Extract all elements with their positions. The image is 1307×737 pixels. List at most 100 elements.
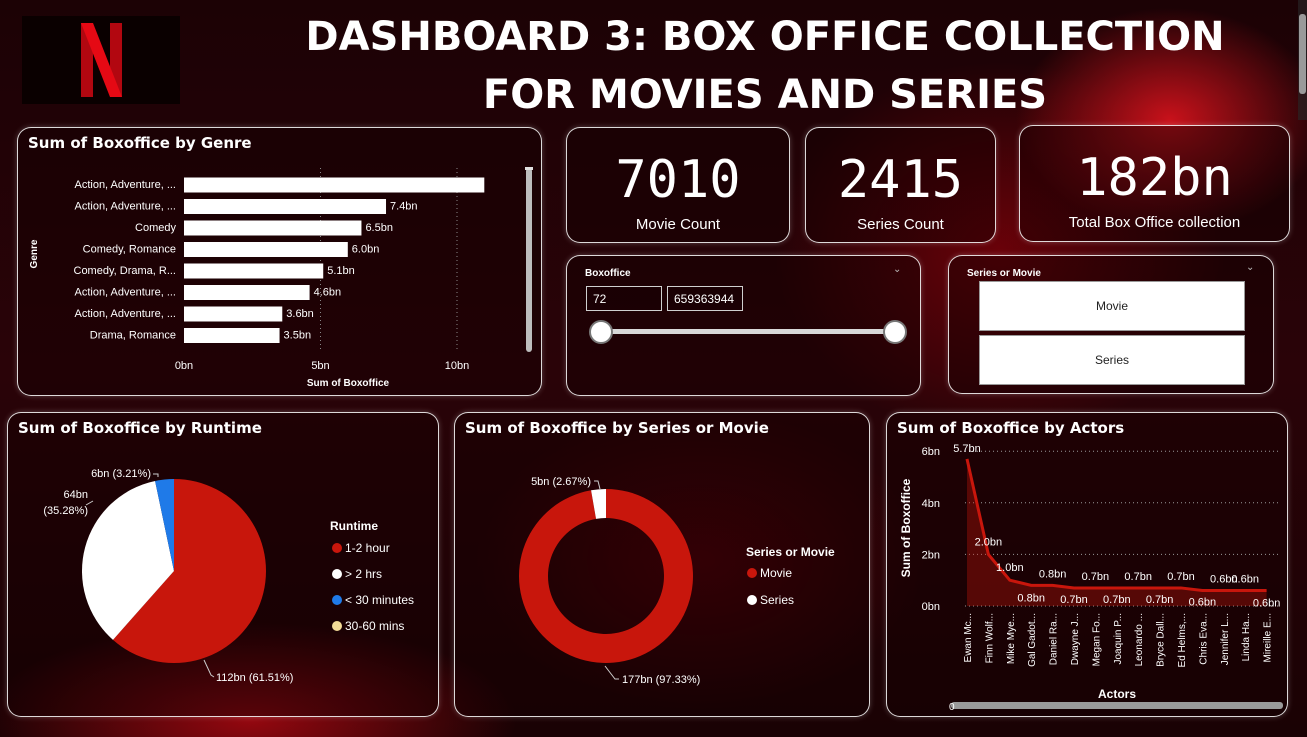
genre-bar — [184, 263, 324, 279]
actors-data-label: 0.7bn — [1082, 571, 1110, 583]
series-movie-legend-label: Series — [760, 593, 794, 607]
series-movie-chart-panel: Sum of Boxoffice by Series or Movie 177b… — [454, 412, 870, 717]
netflix-n-icon — [81, 23, 122, 97]
genre-x-tick-label: 0bn — [175, 360, 193, 372]
chevron-down-icon[interactable]: ⌄ — [893, 264, 901, 275]
genre-category-label: Action, Adventure, ... — [74, 179, 176, 191]
genre-data-label: 3.6bn — [286, 308, 314, 320]
actors-x-tick-label: Joaquin P... — [1113, 613, 1124, 665]
actors-data-label: 1.0bn — [996, 562, 1024, 574]
actors-data-label: 0.6bn — [1231, 574, 1259, 586]
actors-x-tick-label: Mike Mye... — [1006, 613, 1017, 664]
runtime-data-label: 64bn — [64, 489, 88, 501]
boxoffice-max-input[interactable]: 659363944 — [667, 286, 743, 311]
genre-bar — [184, 220, 362, 236]
runtime-legend-marker — [332, 621, 342, 631]
series-count-card: 2415 Series Count — [805, 127, 996, 243]
actors-data-label: 5.7bn — [953, 443, 981, 455]
runtime-legend-marker — [332, 595, 342, 605]
series-movie-legend-marker — [747, 568, 757, 578]
genre-data-label: 3.5bn — [284, 330, 312, 342]
series-count-label: Series Count — [857, 216, 944, 233]
actors-x-tick-label: Leonardo ... — [1134, 613, 1145, 666]
actors-chart-panel: Sum of Boxoffice by Actors 0bn 2bn 4bn 6bn 5… — [886, 412, 1288, 717]
total-box-office-value: 182bn — [1076, 148, 1233, 208]
actors-data-label: 0.7bn — [1167, 571, 1195, 583]
runtime-data-label: (35.28%) — [43, 505, 88, 517]
runtime-legend-label: 30-60 mins — [345, 619, 404, 633]
genre-y-axis-title: Genre — [29, 239, 40, 268]
genre-scrollbar-thumb — [526, 168, 532, 352]
genre-category-label: Comedy, Drama, R... — [74, 265, 177, 277]
page-title: DASHBOARD 3: BOX OFFICE COLLECTION FOR M… — [305, 14, 1225, 118]
actors-x-tick-label: Mireille E... — [1263, 613, 1274, 662]
page-scrollbar[interactable] — [1298, 0, 1307, 120]
runtime-leader-line — [153, 473, 159, 477]
actors-x-tick-label: Megan Fo... — [1091, 613, 1102, 666]
series-movie-legend-label: Movie — [760, 566, 792, 580]
boxoffice-min-input[interactable]: 72 — [586, 286, 662, 311]
runtime-legend-marker — [332, 543, 342, 553]
boxoffice-slicer: Boxoffice ⌄ 72 659363944 — [566, 255, 921, 396]
genre-category-label: Action, Adventure, ... — [74, 287, 176, 299]
genre-bar-chart: Action, Adventure, ... Action, Adventure,… — [29, 167, 533, 389]
slicer-option-movie[interactable]: Movie — [979, 281, 1245, 331]
genre-bar — [184, 306, 283, 322]
genre-bar — [184, 177, 485, 193]
total-box-office-card: 182bn Total Box Office collection — [1019, 125, 1290, 242]
genre-category-label: Action, Adventure, ... — [74, 308, 176, 320]
actors-y-tick-label: 0bn — [922, 601, 940, 613]
actors-data-label: 0.7bn — [1060, 594, 1088, 606]
genre-x-tick-label: 10bn — [445, 360, 469, 372]
runtime-data-label: 6bn (3.21%) — [91, 468, 151, 480]
actors-x-tick-label: Jennifer L... — [1220, 613, 1231, 665]
genre-category-label: Comedy — [135, 222, 176, 234]
runtime-pie-chart: 112bn (61.51%) 64bn (35.28%) 6bn (3.21%) Run… — [43, 468, 414, 684]
genre-data-label: 7.4bn — [390, 201, 418, 213]
chevron-down-icon[interactable]: ⌄ — [1246, 262, 1254, 273]
runtime-leader-line — [203, 659, 215, 678]
boxoffice-slider-min-handle[interactable] — [589, 320, 613, 344]
genre-data-label: 4.6bn — [314, 287, 342, 299]
actors-x-tick-label: Bryce Dall... — [1156, 613, 1167, 667]
series-movie-data-label: 5bn (2.67%) — [531, 476, 591, 488]
series-movie-slicer-label: Series or Movie — [967, 268, 1041, 279]
actors-scrollbar-label: 0 — [949, 702, 955, 713]
movie-count-card: 7010 Movie Count — [566, 127, 790, 243]
genre-bar — [184, 328, 280, 343]
actors-x-tick-label: Finn Wolf... — [984, 613, 995, 663]
netflix-logo — [22, 16, 180, 104]
series-movie-legend-title: Series or Movie — [746, 545, 835, 559]
actors-y-tick-label: 2bn — [922, 549, 940, 561]
genre-bar — [184, 285, 310, 300]
total-box-office-label: Total Box Office collection — [1068, 214, 1241, 231]
actors-scrollbar — [951, 702, 1283, 709]
genre-data-label: 5.1bn — [327, 265, 355, 277]
boxoffice-slider-track[interactable] — [601, 329, 895, 334]
runtime-legend-label: > 2 hrs — [345, 567, 382, 581]
genre-category-label: Drama, Romance — [90, 330, 176, 342]
actors-data-label: 0.8bn — [1017, 592, 1045, 604]
page-scrollbar-thumb[interactable] — [1299, 14, 1306, 94]
actors-x-tick-label: Ed Helms,... — [1177, 613, 1188, 667]
series-movie-slicer: Series or Movie ⌄ Movie Series — [948, 255, 1274, 394]
boxoffice-slider-max-handle[interactable] — [883, 320, 907, 344]
genre-x-axis-title: Sum of Boxoffice — [307, 378, 390, 389]
runtime-legend-marker — [332, 569, 342, 579]
movie-count-value: 7010 — [615, 150, 741, 210]
genre-x-tick-label: 5bn — [311, 360, 329, 372]
series-count-value: 2415 — [837, 150, 964, 210]
actors-data-label: 0.8bn — [1039, 568, 1067, 580]
actors-x-tick-label: Chris Eva... — [1198, 613, 1209, 665]
actors-x-tick-label: Daniel Ra... — [1049, 613, 1060, 665]
genre-category-label: Action, Adventure, ... — [74, 201, 176, 213]
actors-x-axis-title: Actors — [1098, 687, 1136, 701]
runtime-data-label: 112bn (61.51%) — [216, 672, 293, 684]
series-movie-leader-line — [604, 665, 619, 680]
genre-chart-panel: Sum of Boxoffice by Genre Action, Advent… — [17, 127, 542, 396]
runtime-legend-title: Runtime — [330, 519, 378, 533]
actors-data-label: 0.7bn — [1124, 571, 1152, 583]
slicer-option-series[interactable]: Series — [979, 335, 1245, 385]
actors-data-label: 0.7bn — [1146, 594, 1174, 606]
runtime-legend-label: < 30 minutes — [345, 593, 414, 607]
